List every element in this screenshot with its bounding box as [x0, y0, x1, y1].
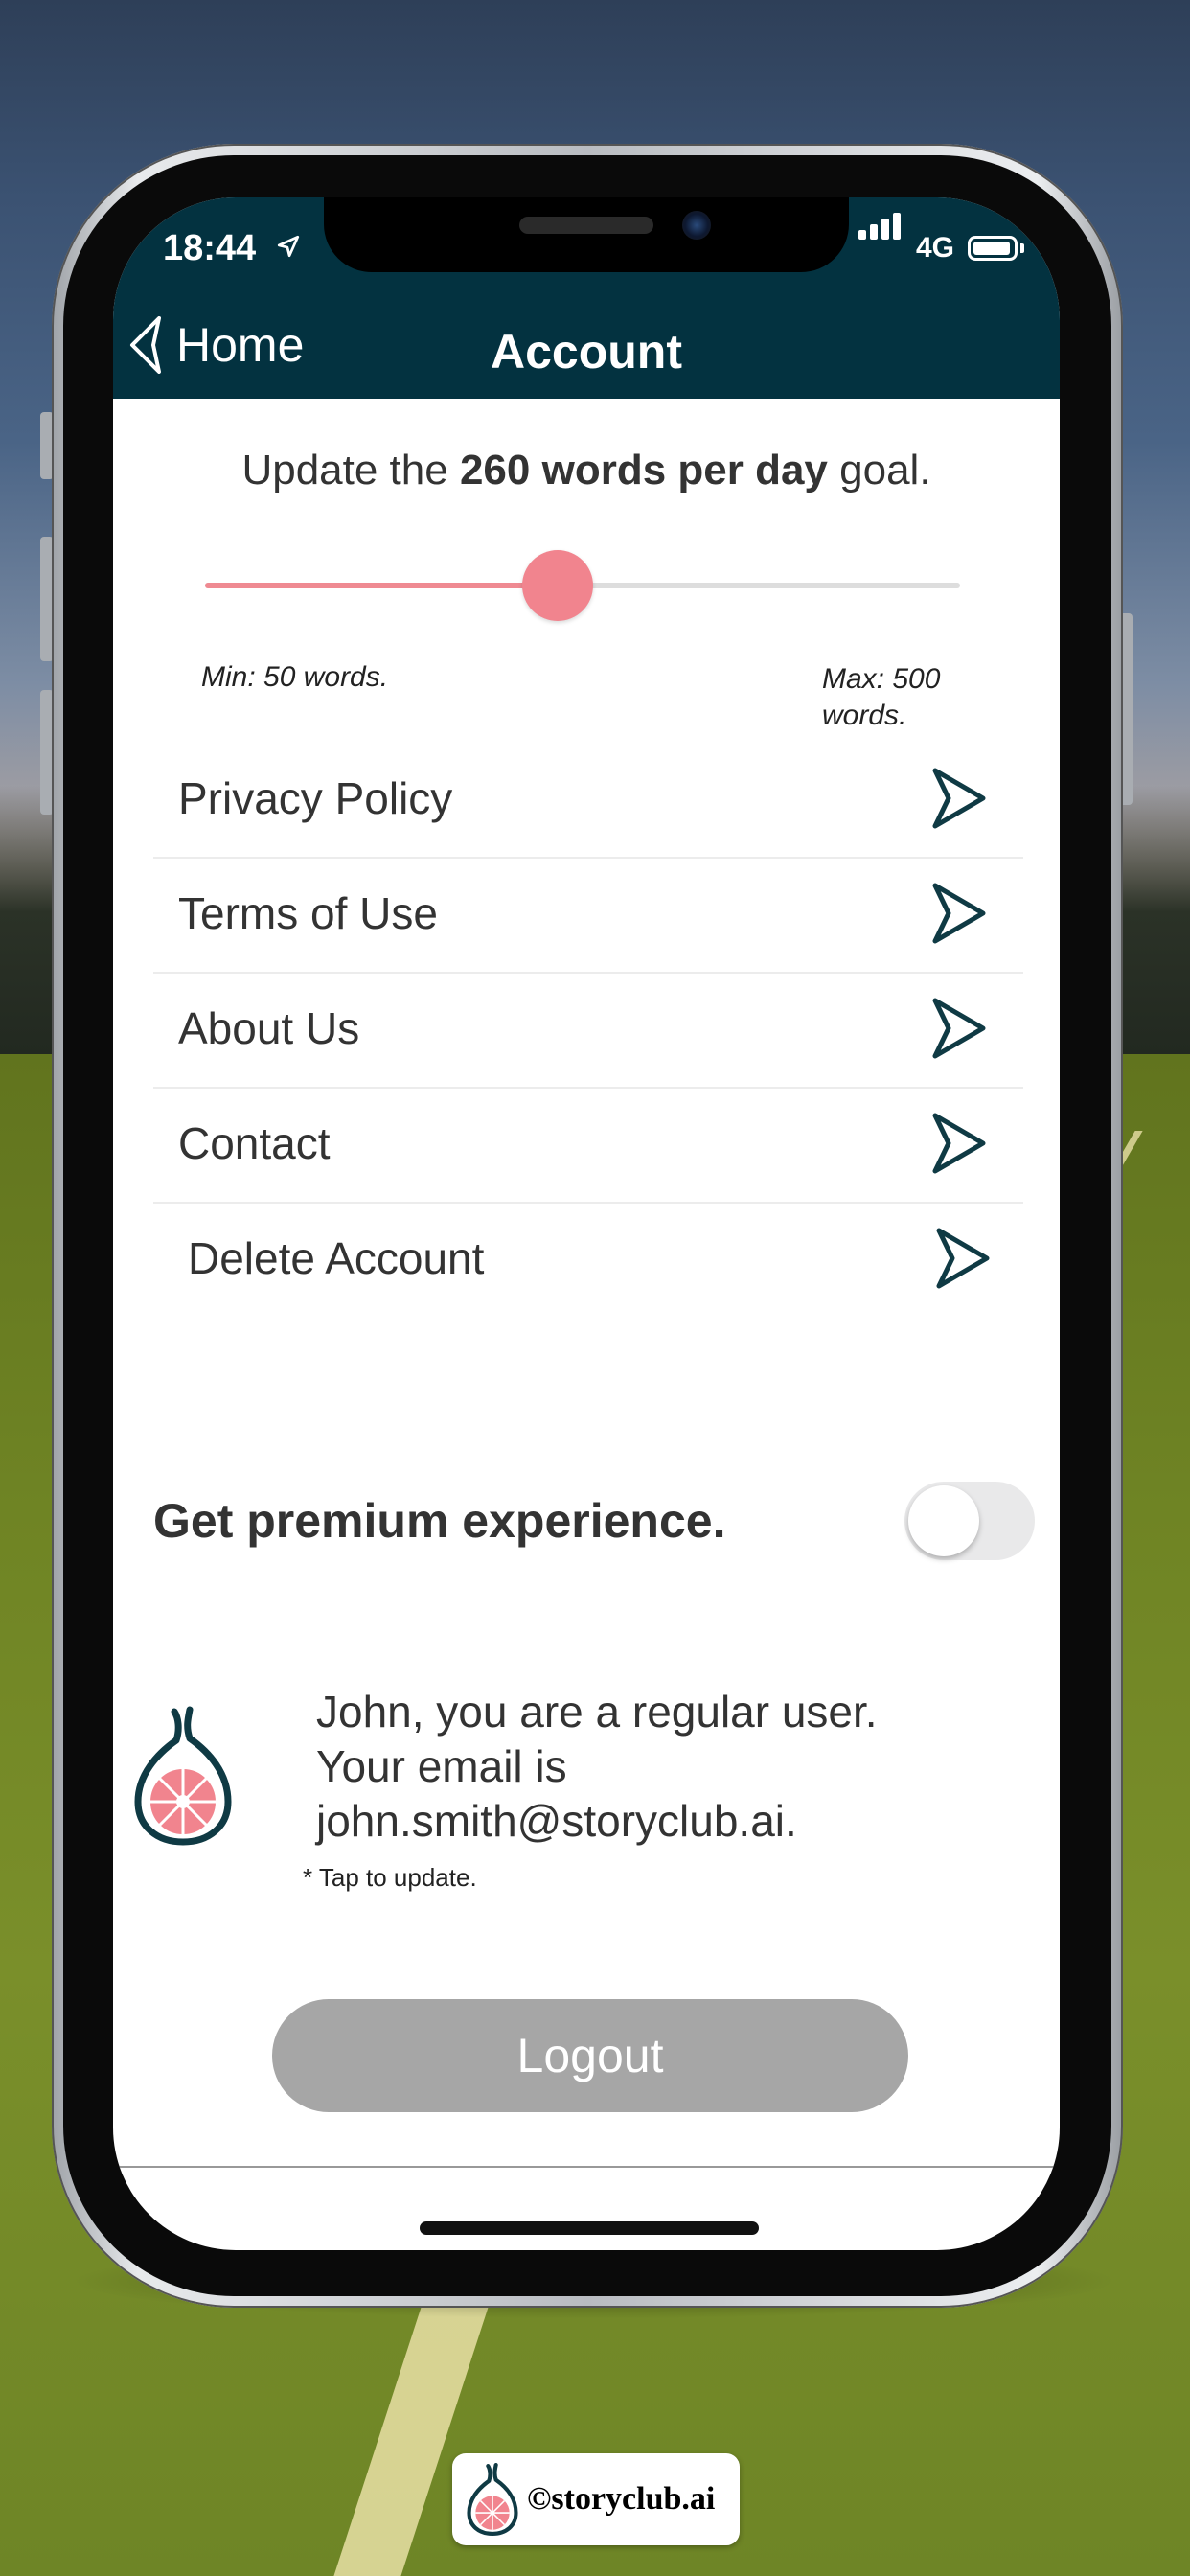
speaker-grille [519, 217, 653, 234]
front-camera [682, 211, 711, 240]
divider [113, 2166, 1060, 2168]
chevron-right-icon [932, 998, 986, 1059]
goal-slider-fill [205, 583, 558, 588]
menu-item-label: Contact [178, 1118, 331, 1168]
fig-logo-icon [134, 1706, 232, 1846]
goal-text: Update the 260 words per day goal. [113, 447, 1060, 494]
chevron-right-icon [932, 1113, 986, 1174]
logout-button[interactable]: Logout [272, 1999, 908, 2112]
tap-to-update-note: * Tap to update. [303, 1863, 477, 1892]
status-time: 18:44 [163, 228, 257, 268]
chevron-right-icon [932, 768, 986, 829]
chevron-right-icon [936, 1228, 990, 1289]
slider-min-label: Min: 50 words. [201, 661, 389, 693]
fig-logo-icon [467, 2463, 518, 2536]
menu-item-terms-of-use[interactable]: Terms of Use [153, 859, 1023, 974]
network-type: 4G [916, 232, 955, 264]
location-arrow-icon [277, 235, 300, 258]
menu-item-label: Privacy Policy [178, 773, 453, 823]
goal-slider[interactable] [205, 550, 960, 621]
menu-item-privacy-policy[interactable]: Privacy Policy [153, 744, 1023, 859]
menu-item-label: Terms of Use [178, 888, 438, 938]
menu-item-contact[interactable]: Contact [153, 1089, 1023, 1204]
premium-toggle[interactable] [904, 1482, 1035, 1560]
menu-item-label: Delete Account [188, 1233, 485, 1283]
user-info-text[interactable]: John, you are a regular user. Your email… [316, 1685, 929, 1849]
page-title: Account [491, 325, 682, 379]
watermark-badge: ©storyclub.ai [452, 2453, 740, 2545]
battery-icon [968, 236, 1018, 261]
app-screen: 18:44 4G Home Account Update the 260 wor… [113, 197, 1060, 2250]
chevron-right-icon [932, 883, 986, 944]
menu-item-about-us[interactable]: About Us [153, 974, 1023, 1089]
settings-menu: Privacy Policy Terms of Use About Us Con… [153, 744, 1023, 1317]
home-indicator [420, 2221, 759, 2235]
goal-slider-thumb[interactable] [521, 550, 593, 621]
notch [324, 197, 849, 272]
slider-max-label: Max: 500 words. [822, 663, 941, 731]
premium-label: Get premium experience. [153, 1494, 726, 1548]
toggle-knob [908, 1485, 979, 1556]
menu-item-label: About Us [178, 1003, 360, 1053]
battery-tip [1020, 243, 1024, 253]
goal-value: 260 words per day [459, 447, 828, 494]
watermark-text: ©storyclub.ai [527, 2481, 716, 2517]
goal-suffix: goal. [827, 447, 931, 494]
goal-prefix: Update the [241, 447, 460, 494]
menu-item-delete-account[interactable]: Delete Account [153, 1204, 1023, 1317]
